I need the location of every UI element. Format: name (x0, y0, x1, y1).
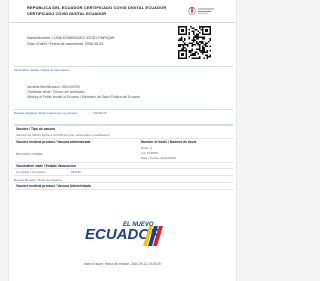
vaccination-status-extra: ND/ND (71, 170, 81, 174)
header-subtitle: CERTIFICADO COVID DIGITAL ECUADOR (27, 11, 107, 16)
dose-value: Dosis: 1 (141, 146, 153, 150)
row-divider (14, 168, 233, 169)
booster-product-label: Vaccine medical product / Vacuna Adminis… (16, 184, 91, 188)
qr-code[interactable] (177, 25, 212, 60)
vaccine-type-label: Vaccine / Tipo de vacuna (16, 127, 55, 131)
vaccination-status-value: Complete / Completo (16, 170, 46, 174)
disease-targeted-value: COVID-19 (92, 110, 107, 115)
vaccine-product-label: Vaccine medical product / Vacuna adminis… (16, 139, 91, 144)
holder-name: Name/Nombre: LUNA DOMINGUEZ JOSSY ENRIQU… (27, 36, 115, 40)
ecuador-coat-of-arms-icon (188, 6, 214, 16)
dose-date-value: Date / Fecha: 2021/09/02 (141, 156, 176, 160)
issuer-line: Certificate issue / Emisor del certifica… (27, 90, 85, 94)
lot-value: Lot: FA9059 (141, 151, 158, 155)
section-disease-targeted: Disease targeted / Enfermedad que se pre… (14, 111, 106, 115)
vaccine-product-value: BNT162b2 PFIZER (16, 152, 43, 156)
identifier-line: Identifier/Identificación: 0951045769 (27, 85, 80, 89)
row-divider (14, 175, 233, 176)
row-divider (14, 137, 233, 139)
vaccination-status-label: Vaccination state / Estado Vacunación (16, 163, 76, 168)
dose-number-label: Number of dosis / Número de dosis (141, 139, 197, 144)
section-booster: Booster Booster / Dosis de refuerzo (14, 177, 62, 182)
header-title: REPÚBLICA DEL ECUADOR CERTIFICADO COVID … (27, 5, 167, 10)
section-vaccination-details: Vaccination details / Datos de Vacunació… (14, 67, 70, 72)
row-divider (14, 161, 233, 163)
el-nuevo-ecuador-logo: EL NUEVO ECUADOR (85, 222, 163, 246)
row-divider (14, 182, 233, 183)
holder-dob: Date of birth / Fecha de nacimiento: 200… (27, 42, 104, 46)
row-divider (14, 189, 233, 190)
vaccine-type-value: Vaccine de ARNm frente a COVID-19 (con n… (16, 133, 110, 137)
certificate-page: REPÚBLICA DEL ECUADOR CERTIFICADO COVID … (8, 0, 237, 281)
disease-targeted-label: Disease targeted / Enfermedad que se pre… (14, 110, 78, 115)
ministry-line: Ministry of Public Health of Ecuador / M… (27, 95, 141, 99)
vaccine-table-top (14, 124, 233, 126)
certificate-header: REPÚBLICA DEL ECUADOR CERTIFICADO COVID … (9, 0, 236, 23)
issue-date: date of issue / fecha de emisión: 2024-0… (84, 262, 161, 266)
